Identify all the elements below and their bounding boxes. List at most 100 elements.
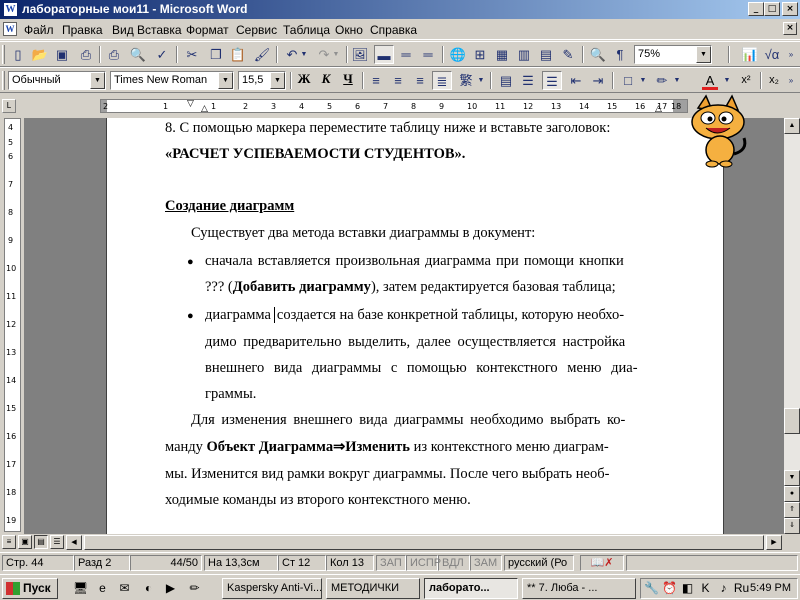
increase-indent-icon[interactable]: ⇥ bbox=[588, 71, 608, 90]
status-extend[interactable]: ВДЛ bbox=[438, 555, 470, 571]
menu-window[interactable]: Окно bbox=[335, 23, 363, 37]
maximize-button[interactable]: □ bbox=[764, 2, 780, 16]
task-kaspersky[interactable]: Kaspersky Anti-Vi... bbox=[222, 578, 322, 599]
permission-icon[interactable]: ⎙ bbox=[76, 45, 96, 64]
bold-button[interactable]: Ж bbox=[294, 71, 314, 90]
drawing-icon[interactable]: ✎ bbox=[558, 45, 578, 64]
word-app-icon[interactable]: W bbox=[3, 2, 18, 17]
menu-help[interactable]: Справка bbox=[370, 23, 417, 37]
close-button[interactable]: × bbox=[782, 2, 798, 16]
cut-icon[interactable]: ✂ bbox=[182, 45, 202, 64]
tray-clock-icon[interactable]: ⏰ bbox=[661, 580, 678, 597]
status-section[interactable]: Разд 2 bbox=[74, 555, 130, 571]
document-page[interactable]: 8. С помощью маркера переместите таблицу… bbox=[106, 118, 724, 534]
menu-table[interactable]: Таблица bbox=[283, 23, 330, 37]
status-record[interactable]: ЗАП bbox=[376, 555, 406, 571]
print-preview-icon[interactable]: 🔍 bbox=[128, 45, 148, 64]
status-line[interactable]: Ст 12 bbox=[278, 555, 326, 571]
status-pages[interactable]: 44/50 bbox=[130, 555, 202, 571]
hanging-indent-marker-icon[interactable]: △ bbox=[201, 104, 208, 114]
menu-view[interactable]: Вид bbox=[112, 23, 134, 37]
tables-borders-icon[interactable]: ▬ bbox=[374, 45, 394, 64]
spelling-icon[interactable]: ✓ bbox=[152, 45, 172, 64]
scroll-thumb[interactable] bbox=[784, 408, 800, 434]
print-icon[interactable]: ⎙ bbox=[104, 45, 124, 64]
menu-edit[interactable]: Правка bbox=[62, 23, 103, 37]
chevron-down-icon[interactable]: ▼ bbox=[672, 71, 682, 90]
chevron-down-icon[interactable]: ▼ bbox=[696, 46, 711, 63]
scroll-left-icon[interactable]: ◀ bbox=[66, 535, 82, 550]
minimize-button[interactable]: _ bbox=[748, 2, 764, 16]
task-metodichki[interactable]: МЕТОДИЧКИ bbox=[326, 578, 420, 599]
outline-view-icon[interactable]: ☰ bbox=[50, 535, 64, 549]
quicklaunch-icon[interactable]: ◐ bbox=[140, 580, 157, 597]
tray-volume-icon[interactable]: ♪ bbox=[715, 580, 732, 597]
start-button[interactable]: Пуск bbox=[2, 578, 58, 599]
windows-media-icon[interactable]: ▶ bbox=[162, 580, 179, 597]
horizontal-ruler[interactable]: 2 1 1 2 3 4 5 6 7 8 9 10 11 12 13 14 15 … bbox=[100, 99, 688, 114]
document-icon[interactable]: W bbox=[3, 22, 17, 36]
distributed-icon[interactable]: 繁 bbox=[456, 71, 476, 90]
task-word-active[interactable]: лаборато... bbox=[424, 578, 518, 599]
align-right-icon[interactable]: ≡ bbox=[410, 71, 430, 90]
columns-icon[interactable]: ▥ bbox=[514, 45, 534, 64]
toolbar-grip[interactable] bbox=[2, 45, 5, 64]
status-track[interactable]: ИСПР bbox=[406, 555, 441, 571]
align-center-icon[interactable]: ≡ bbox=[388, 71, 408, 90]
format-painter-icon[interactable]: 🖌 bbox=[252, 45, 272, 64]
tray-icon[interactable]: 🔧 bbox=[643, 580, 660, 597]
open-folder-icon[interactable]: 📂 bbox=[30, 45, 50, 64]
tray-antivirus-icon[interactable]: K bbox=[697, 580, 714, 597]
zoom-select[interactable]: 75% ▼ bbox=[634, 45, 712, 64]
style-select[interactable]: Обычный ▼ bbox=[8, 71, 106, 90]
menu-format[interactable]: Формат bbox=[186, 23, 229, 37]
paste-icon[interactable]: 📋 bbox=[228, 45, 248, 64]
status-language[interactable]: русский (Ро bbox=[504, 555, 574, 571]
save-icon[interactable]: ▣ bbox=[52, 45, 72, 64]
toolbar-grip[interactable] bbox=[2, 71, 5, 90]
tray-network-icon[interactable]: ◧ bbox=[679, 580, 696, 597]
new-document-icon[interactable]: ▯ bbox=[8, 45, 28, 64]
numbering-icon[interactable]: ☰ bbox=[518, 71, 538, 90]
vertical-ruler[interactable]: 4 5 6 7 8 9 10 11 12 13 14 15 16 17 18 1… bbox=[4, 118, 21, 532]
desktop-icon[interactable]: 🖥 bbox=[72, 580, 89, 597]
show-formatting-icon[interactable]: ¶ bbox=[610, 45, 630, 64]
task-lyuba[interactable]: ** 7. Люба - ... bbox=[522, 578, 636, 599]
equation-icon[interactable]: √α bbox=[762, 45, 782, 64]
insert-table-icon[interactable]: ═ bbox=[396, 45, 416, 64]
right-indent-marker-icon[interactable]: △ bbox=[655, 104, 662, 114]
tray-language-icon[interactable]: Ru bbox=[733, 580, 750, 597]
table-grid-icon[interactable]: ⊞ bbox=[470, 45, 490, 64]
copy-icon[interactable]: ❐ bbox=[206, 45, 226, 64]
next-page-icon[interactable]: ⇓ bbox=[784, 518, 800, 534]
superscript-icon[interactable]: x² bbox=[736, 71, 756, 90]
chevron-down-icon[interactable]: ▼ bbox=[218, 72, 233, 89]
menu-tools[interactable]: Сервис bbox=[236, 23, 277, 37]
status-at[interactable]: На 13,3см bbox=[204, 555, 278, 571]
menu-insert[interactable]: Вставка bbox=[137, 23, 182, 37]
underline-button[interactable]: Ч bbox=[338, 71, 358, 90]
justify-icon[interactable]: ≣ bbox=[432, 71, 452, 90]
excel-sheet-icon[interactable]: ▦ bbox=[492, 45, 512, 64]
ie-icon[interactable]: e bbox=[94, 580, 111, 597]
toolbar-options-icon[interactable]: » bbox=[784, 71, 798, 90]
select-browse-object-icon[interactable]: ● bbox=[784, 486, 800, 502]
align-left-icon[interactable]: ≡ bbox=[366, 71, 386, 90]
chevron-down-icon[interactable]: ▼ bbox=[638, 71, 648, 90]
document-map-icon[interactable]: 🔍 bbox=[588, 45, 608, 64]
chevron-down-icon[interactable]: ▼ bbox=[476, 71, 486, 90]
web-icon[interactable]: 🌐 bbox=[448, 45, 468, 64]
status-page[interactable]: Стр. 44 bbox=[2, 555, 74, 571]
print-layout-icon[interactable]: ▤ bbox=[34, 535, 48, 549]
outside-border-icon[interactable]: □ bbox=[618, 71, 638, 90]
decrease-indent-icon[interactable]: ⇤ bbox=[566, 71, 586, 90]
status-column[interactable]: Кол 13 bbox=[326, 555, 374, 571]
highlight-icon[interactable]: ✏ bbox=[652, 71, 672, 90]
document-close-button[interactable]: × bbox=[783, 22, 797, 35]
office-assistant-cat[interactable] bbox=[680, 94, 758, 168]
font-select[interactable]: Times New Roman ▼ bbox=[110, 71, 234, 90]
outlook-icon[interactable]: ✉ bbox=[116, 580, 133, 597]
normal-view-icon[interactable]: ≡ bbox=[2, 535, 16, 549]
scroll-down-icon[interactable]: ▼ bbox=[784, 470, 800, 486]
chevron-down-icon[interactable]: ▼ bbox=[270, 72, 285, 89]
